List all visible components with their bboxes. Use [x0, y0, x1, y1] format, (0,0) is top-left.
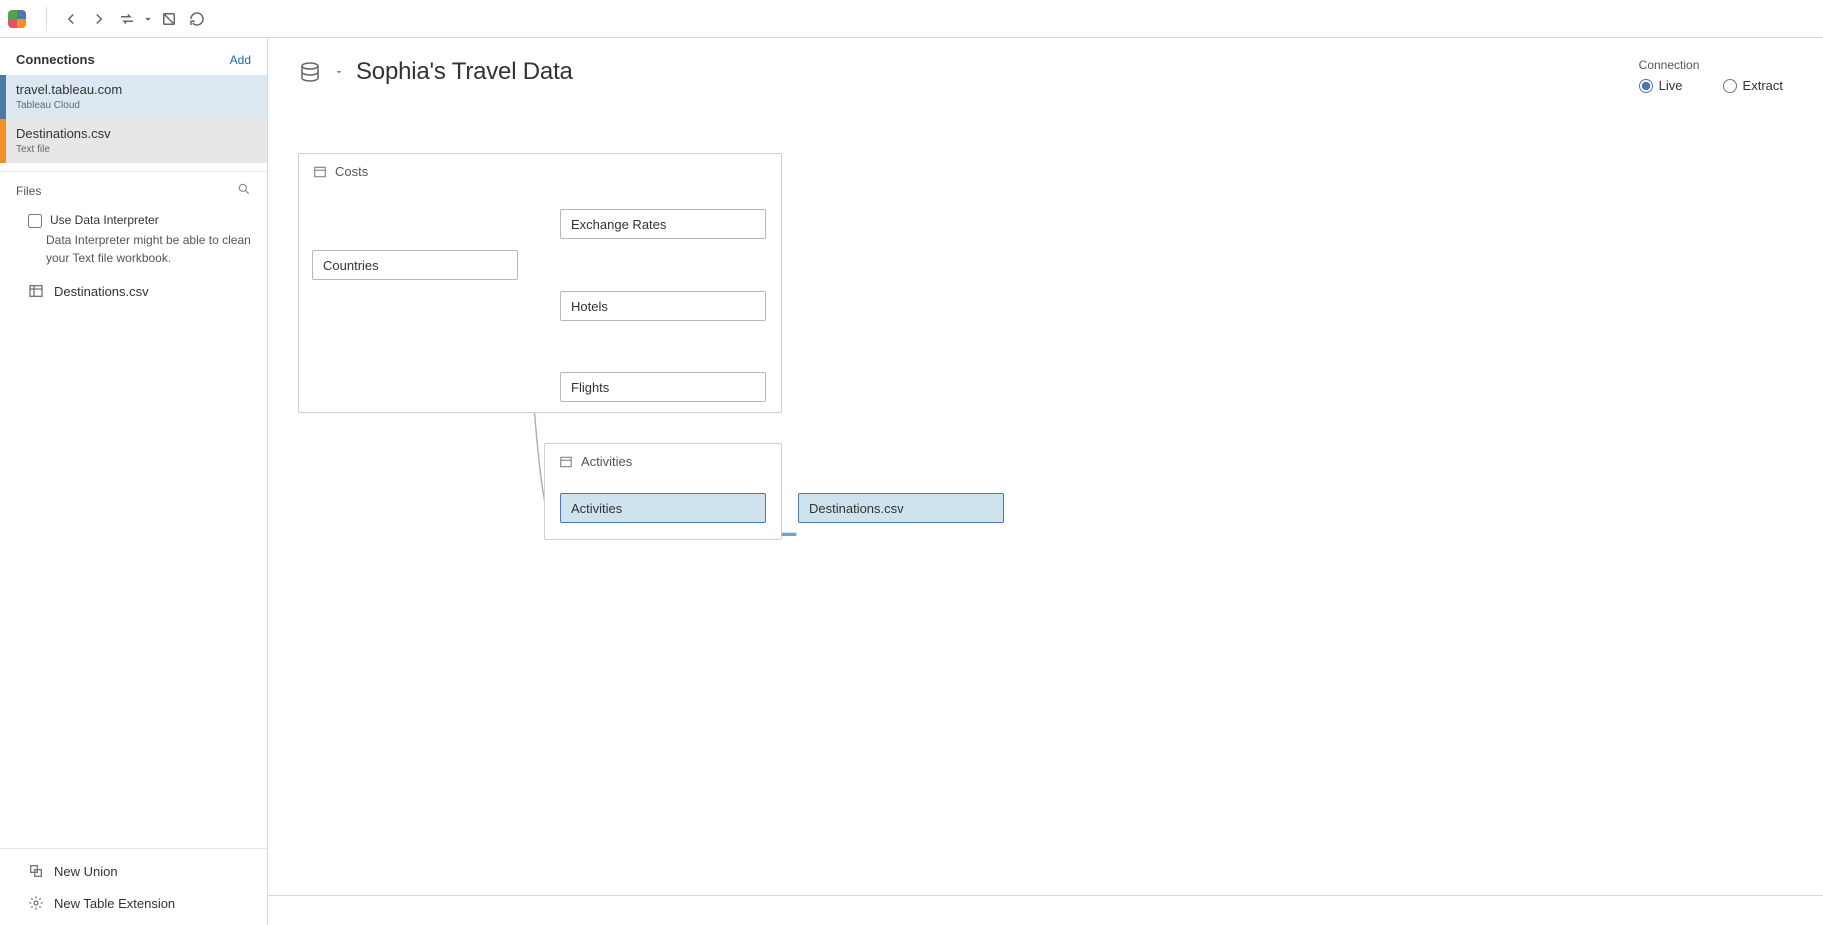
connection-mode-radios: Live Extract	[1639, 78, 1783, 93]
new-table-extension-button[interactable]: New Table Extension	[0, 887, 267, 919]
group-costs-header: Costs	[299, 154, 781, 179]
table-activities-label: Activities	[571, 501, 622, 516]
table-exchange-rates-label: Exchange Rates	[571, 217, 666, 232]
tableau-logo	[8, 10, 26, 28]
statusbar	[268, 895, 1823, 925]
group-icon	[313, 165, 327, 179]
relationship-canvas[interactable]: Costs Countries Exchange Rates Hotels Fl…	[298, 153, 1793, 905]
connection-mode-extract[interactable]: Extract	[1723, 78, 1783, 93]
connections-title: Connections	[16, 52, 95, 67]
table-hotels[interactable]: Hotels	[560, 291, 766, 321]
table-exchange-rates[interactable]: Exchange Rates	[560, 209, 766, 239]
sidebar-spacer	[0, 305, 267, 848]
use-data-interpreter-label: Use Data Interpreter	[50, 213, 159, 227]
connection-item-subtitle: Text file	[16, 143, 251, 157]
caret-down-icon	[141, 10, 155, 28]
radio-extract-label: Extract	[1743, 78, 1783, 93]
table-flights[interactable]: Flights	[560, 372, 766, 402]
radio-live-label: Live	[1659, 78, 1683, 93]
connection-item-name: travel.tableau.com	[16, 81, 251, 99]
group-icon	[559, 455, 573, 469]
group-costs-label: Costs	[335, 164, 368, 179]
autoupdate-icon	[160, 10, 178, 28]
connection-item-primary[interactable]: travel.tableau.com Tableau Cloud	[0, 75, 267, 119]
swap-button[interactable]	[113, 5, 141, 33]
file-item[interactable]: Destinations.csv	[0, 277, 267, 305]
new-union-button[interactable]: New Union	[0, 855, 267, 887]
files-section: Files Use Data Interpreter Data Interpre…	[0, 171, 267, 305]
swap-icon	[118, 10, 136, 28]
files-title: Files	[16, 184, 41, 198]
table-destinations-label: Destinations.csv	[809, 501, 904, 516]
canvas: Sophia's Travel Data Connection Live Ext…	[268, 38, 1823, 925]
datasource-title[interactable]: Sophia's Travel Data	[356, 58, 573, 86]
radio-extract[interactable]	[1723, 79, 1737, 93]
back-arrow-icon	[62, 10, 80, 28]
table-countries[interactable]: Countries	[312, 250, 518, 280]
datasource-header: Sophia's Travel Data	[298, 58, 1793, 86]
toolbar	[0, 0, 1823, 38]
group-activities-header: Activities	[545, 444, 781, 469]
group-activities-label: Activities	[581, 454, 632, 469]
files-header: Files	[0, 182, 267, 207]
divider	[46, 7, 47, 31]
connection-item-subtitle: Tableau Cloud	[16, 99, 251, 113]
table-icon	[28, 283, 44, 299]
search-button[interactable]	[237, 182, 251, 199]
table-flights-label: Flights	[571, 380, 609, 395]
connection-mode-live[interactable]: Live	[1639, 78, 1683, 93]
caret-down-icon[interactable]	[334, 67, 344, 77]
union-icon	[28, 863, 44, 879]
use-data-interpreter-checkbox[interactable]	[28, 214, 42, 228]
refresh-icon	[188, 10, 206, 28]
use-data-interpreter[interactable]: Use Data Interpreter	[0, 207, 267, 232]
search-icon	[237, 182, 251, 196]
table-extension-icon	[28, 895, 44, 911]
new-table-extension-label: New Table Extension	[54, 896, 175, 911]
add-connection-button[interactable]: Add	[230, 53, 251, 67]
main: Connections Add travel.tableau.com Table…	[0, 38, 1823, 925]
forward-arrow-icon	[90, 10, 108, 28]
group-activities[interactable]: Activities	[544, 443, 782, 540]
refresh-button[interactable]	[183, 5, 211, 33]
connections-header: Connections Add	[0, 38, 267, 75]
back-button[interactable]	[57, 5, 85, 33]
table-activities[interactable]: Activities	[560, 493, 766, 523]
connection-mode: Connection Live Extract	[1639, 58, 1783, 93]
forward-button[interactable]	[85, 5, 113, 33]
sidebar-footer: New Union New Table Extension	[0, 848, 267, 925]
datasource-icon[interactable]	[298, 60, 322, 84]
data-interpreter-description: Data Interpreter might be able to clean …	[0, 232, 267, 277]
connections-list: travel.tableau.com Tableau Cloud Destina…	[0, 75, 267, 163]
new-union-label: New Union	[54, 864, 118, 879]
connection-item-name: Destinations.csv	[16, 125, 251, 143]
table-destinations[interactable]: Destinations.csv	[798, 493, 1004, 523]
connection-item-secondary[interactable]: Destinations.csv Text file	[0, 119, 267, 163]
autoupdate-button[interactable]	[155, 5, 183, 33]
radio-live[interactable]	[1639, 79, 1653, 93]
connection-mode-label: Connection	[1639, 58, 1783, 72]
table-hotels-label: Hotels	[571, 299, 608, 314]
sidebar: Connections Add travel.tableau.com Table…	[0, 38, 268, 925]
dropdown-caret[interactable]	[141, 5, 155, 33]
table-countries-label: Countries	[323, 258, 379, 273]
file-item-name: Destinations.csv	[54, 284, 149, 299]
